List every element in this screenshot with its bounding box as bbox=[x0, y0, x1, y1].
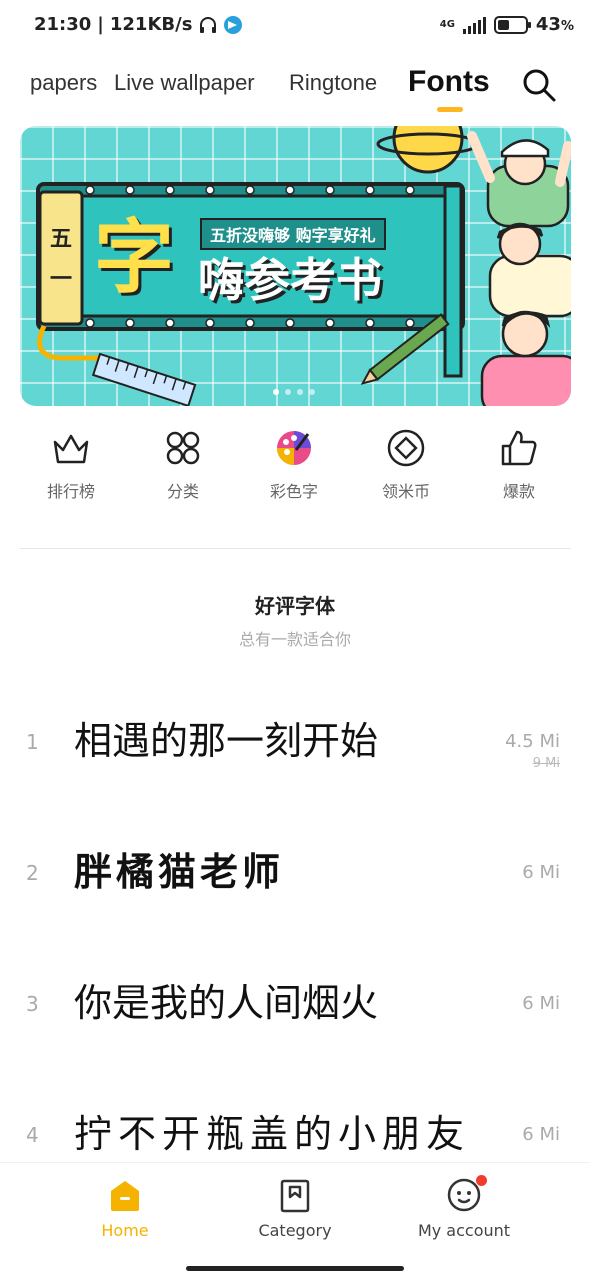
section-subtitle: 总有一款适合你 bbox=[238, 630, 351, 649]
banner-subtitle: 五折没嗨够 购字享好礼 bbox=[200, 218, 386, 250]
nav-category[interactable]: Category bbox=[225, 1177, 365, 1240]
font-list-item[interactable]: 3 你是我的人间烟火 6 Mi bbox=[0, 981, 590, 1084]
bookmark-icon bbox=[280, 1179, 310, 1213]
font-list-item[interactable]: 1 相遇的那一刻开始 4.5 Mi 9 Mi bbox=[0, 719, 590, 822]
tab-live-wallpaper[interactable]: Live wallpaper bbox=[114, 70, 255, 96]
quick-link-label: 爆款 bbox=[502, 482, 535, 501]
signal-icon bbox=[462, 16, 486, 34]
font-sample: 相遇的那一刻开始 bbox=[74, 719, 379, 763]
font-sample: 拧不开瓶盖的小朋友 bbox=[74, 1112, 471, 1156]
status-time: 21:30 bbox=[34, 14, 92, 35]
home-icon bbox=[111, 1181, 139, 1211]
nav-label: My account bbox=[417, 1221, 511, 1240]
status-speed: 121KB/s bbox=[109, 14, 193, 35]
font-sample: 胖橘猫老师 bbox=[74, 850, 285, 894]
notification-dot bbox=[476, 1175, 487, 1186]
banner-title: 嗨参考书 bbox=[198, 253, 382, 307]
home-indicator[interactable] bbox=[186, 1266, 404, 1271]
promo-banner[interactable]: 五一 字 五折没嗨够 购字享好礼 嗨参考书 bbox=[20, 126, 571, 406]
battery-level bbox=[497, 19, 509, 30]
telegram-icon bbox=[224, 15, 243, 34]
quick-link-ranking[interactable]: 排行榜 bbox=[21, 428, 121, 502]
search-icon[interactable] bbox=[520, 66, 558, 104]
font-rank: 3 bbox=[26, 992, 39, 1016]
quick-link-hot[interactable]: 爆款 bbox=[469, 428, 569, 502]
pagination-dot[interactable] bbox=[285, 389, 291, 395]
font-rank: 2 bbox=[26, 861, 39, 885]
thumbs-up-icon bbox=[501, 430, 537, 466]
pagination-dot[interactable] bbox=[273, 389, 279, 395]
font-rank: 4 bbox=[26, 1123, 39, 1147]
nav-my-account[interactable]: My account bbox=[394, 1175, 534, 1240]
pagination-dot[interactable] bbox=[309, 389, 315, 395]
section-divider bbox=[20, 548, 571, 549]
active-tab-indicator bbox=[437, 107, 463, 112]
font-list-item[interactable]: 2 胖橘猫老师 6 Mi bbox=[0, 850, 590, 953]
battery-percent: 43 bbox=[535, 14, 561, 35]
quick-link-color-fonts[interactable]: 彩色字 bbox=[244, 428, 344, 502]
font-price: 6 Mi bbox=[522, 1124, 560, 1145]
pagination-dot[interactable] bbox=[297, 389, 303, 395]
tab-ringtone[interactable]: Ringtone bbox=[289, 70, 377, 96]
status-separator: | bbox=[97, 14, 104, 35]
nav-home[interactable]: Home bbox=[55, 1177, 195, 1240]
font-rank: 1 bbox=[26, 730, 39, 754]
coin-icon bbox=[387, 429, 425, 467]
bottom-navigation: Home Category My account bbox=[0, 1162, 590, 1280]
battery-percent-wrap: 43% bbox=[536, 14, 574, 35]
font-price: 6 Mi bbox=[522, 862, 560, 883]
headset-icon bbox=[200, 16, 217, 33]
section-title: 好评字体 bbox=[255, 594, 335, 618]
banner-big-char: 字 bbox=[94, 211, 174, 304]
quick-link-label: 彩色字 bbox=[269, 482, 318, 501]
network-type: 4G bbox=[439, 18, 455, 30]
battery-icon bbox=[493, 15, 531, 34]
font-sample: 你是我的人间烟火 bbox=[74, 981, 379, 1025]
nav-label: Home bbox=[101, 1221, 149, 1240]
status-right: 4G 43% bbox=[440, 14, 574, 35]
nav-label: Category bbox=[258, 1221, 332, 1240]
status-left: 21:30 | 121KB/s bbox=[34, 14, 243, 35]
font-old-price: 9 Mi bbox=[532, 756, 560, 771]
font-price: 6 Mi bbox=[522, 993, 560, 1014]
quick-link-label: 领米币 bbox=[381, 482, 430, 501]
quick-link-coins[interactable]: 领米币 bbox=[356, 428, 456, 502]
quick-link-label: 分类 bbox=[166, 482, 199, 501]
battery-percent-suffix: % bbox=[560, 19, 574, 34]
grid-icon bbox=[166, 431, 200, 465]
palette-icon bbox=[277, 431, 311, 465]
quick-link-label: 排行榜 bbox=[46, 482, 95, 501]
banner-badge: 五一 bbox=[49, 227, 72, 292]
tab-wallpapers[interactable]: papers bbox=[30, 70, 97, 96]
crown-icon bbox=[53, 434, 89, 464]
status-bar: 21:30 | 121KB/s 4G 43% bbox=[0, 0, 590, 52]
top-tabs: papers Live wallpaper Ringtone Fonts bbox=[0, 56, 590, 116]
quick-link-category[interactable]: 分类 bbox=[133, 428, 233, 502]
tab-fonts[interactable]: Fonts bbox=[408, 65, 490, 99]
quick-links: 排行榜 分类 彩色字 领米币 爆款 bbox=[0, 428, 590, 508]
banner-pagination bbox=[273, 389, 315, 395]
